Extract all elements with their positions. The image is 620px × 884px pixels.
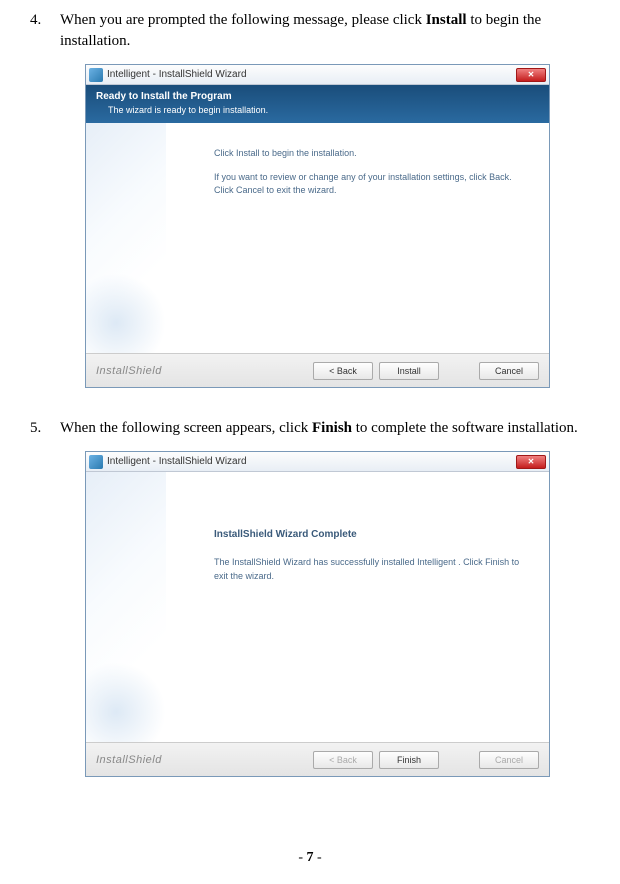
app-icon [89,455,103,469]
install-button[interactable]: Install [379,362,439,380]
banner-title: Ready to Install the Program [96,91,539,102]
footer-bar: InstallShield < Back Finish Cancel [86,742,549,776]
close-icon: ✕ [528,70,535,79]
app-icon [89,68,103,82]
footer-bar: InstallShield < Back Install Cancel [86,353,549,387]
body-area: InstallShield Wizard Complete The Instal… [86,472,549,742]
close-icon: ✕ [528,457,535,466]
wizard-1: Intelligent - InstallShield Wizard ✕ Rea… [85,64,550,388]
finish-button[interactable]: Finish [379,751,439,769]
titlebar: Intelligent - InstallShield Wizard ✕ [86,65,549,85]
close-button[interactable]: ✕ [516,68,546,82]
wizard-1-container: Intelligent - InstallShield Wizard ✕ Rea… [85,64,590,388]
step-5: 5. When the following screen appears, cl… [30,418,590,439]
body-line2: If you want to review or change any of y… [214,171,529,198]
step-4-text: When you are prompted the following mess… [60,10,590,52]
back-button[interactable]: < Back [313,362,373,380]
banner-subtitle: The wizard is ready to begin installatio… [96,105,539,115]
window-title: Intelligent - InstallShield Wizard [107,69,516,80]
window-title: Intelligent - InstallShield Wizard [107,456,516,467]
step-4: 4. When you are prompted the following m… [30,10,590,52]
step-5-text-before: When the following screen appears, click [60,420,312,436]
step-5-bold: Finish [312,420,352,436]
wizard-2: Intelligent - InstallShield Wizard ✕ Ins… [85,451,550,777]
body-title: InstallShield Wizard Complete [214,527,529,542]
body-line1: Click Install to begin the installation. [214,147,529,161]
cancel-button: Cancel [479,751,539,769]
step-5-text: When the following screen appears, click… [60,418,590,439]
wizard-2-container: Intelligent - InstallShield Wizard ✕ Ins… [85,451,590,777]
titlebar: Intelligent - InstallShield Wizard ✕ [86,452,549,472]
body-line1: The InstallShield Wizard has successfull… [214,556,529,583]
cancel-button[interactable]: Cancel [479,362,539,380]
footer-brand: InstallShield [96,365,162,377]
body-area: Click Install to begin the installation.… [86,123,549,353]
body-text: InstallShield Wizard Complete The Instal… [214,527,529,583]
step-4-bold: Install [426,12,467,28]
step-5-text-after: to complete the software installation. [352,420,578,436]
body-text: Click Install to begin the installation.… [214,147,529,198]
footer-brand: InstallShield [96,754,162,766]
back-button: < Back [313,751,373,769]
side-graphic [86,123,166,353]
page-number: - 7 - [0,850,620,866]
header-banner: Ready to Install the Program The wizard … [86,85,549,123]
page-number-value: 7 [307,850,314,865]
step-5-number: 5. [30,418,60,439]
step-4-text-before: When you are prompted the following mess… [60,12,426,28]
close-button[interactable]: ✕ [516,455,546,469]
side-graphic [86,472,166,742]
step-4-number: 4. [30,10,60,52]
